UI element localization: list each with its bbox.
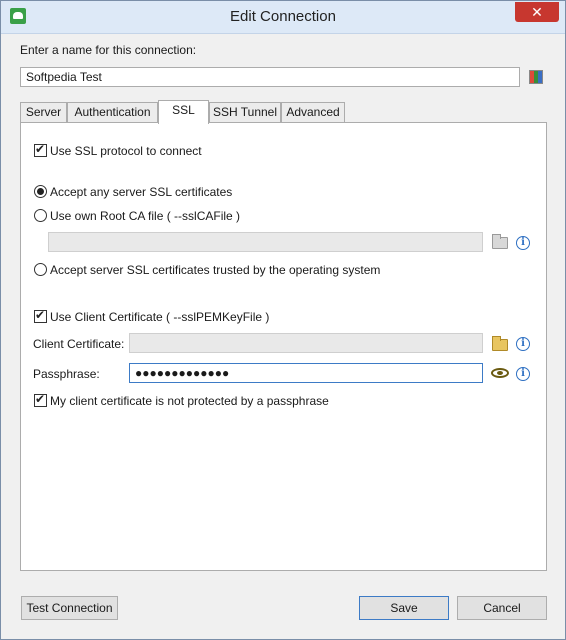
use-ssl-label: Use SSL protocol to connect	[50, 144, 202, 158]
close-button[interactable]: ✕	[515, 2, 559, 22]
root-ca-file-input[interactable]	[48, 232, 483, 252]
passphrase-info-icon[interactable]: i	[516, 367, 530, 381]
ca-info-icon[interactable]: i	[516, 236, 530, 250]
edit-connection-dialog: Edit Connection ✕ Enter a name for this …	[0, 0, 566, 640]
not-protected-label: My client certificate is not protected b…	[50, 394, 329, 408]
trusted-os-radio[interactable]	[34, 263, 47, 276]
tab-advanced[interactable]: Advanced	[281, 102, 345, 122]
client-cert-input[interactable]	[129, 333, 483, 353]
browse-cert-folder-icon[interactable]	[492, 336, 508, 351]
browse-ca-folder-icon[interactable]	[492, 234, 508, 249]
connection-name-input[interactable]: Softpedia Test	[20, 67, 520, 87]
tab-server[interactable]: Server	[20, 102, 67, 122]
client-cert-info-icon[interactable]: i	[516, 337, 530, 351]
window-title: Edit Connection	[230, 8, 336, 25]
own-ca-label: Use own Root CA file ( --sslCAFile )	[50, 209, 241, 223]
client-cert-label: Client Certificate:	[33, 337, 125, 351]
use-client-cert-checkbox[interactable]	[34, 308, 47, 323]
tab-ssl[interactable]: SSL	[158, 100, 209, 124]
color-picker-icon[interactable]	[529, 70, 543, 84]
use-ssl-checkbox[interactable]	[34, 142, 47, 157]
use-client-cert-label: Use Client Certificate ( --sslPEMKeyFile…	[50, 310, 270, 324]
title-bar: Edit Connection ✕	[1, 1, 565, 34]
accept-any-radio[interactable]	[34, 185, 47, 198]
tab-authentication[interactable]: Authentication	[67, 102, 158, 122]
passphrase-input[interactable]: ●●●●●●●●●●●●●	[129, 363, 483, 383]
trusted-os-label: Accept server SSL certificates trusted b…	[50, 263, 381, 277]
tab-ssh-tunnel[interactable]: SSH Tunnel	[209, 102, 281, 122]
not-protected-checkbox[interactable]	[34, 392, 47, 407]
save-button[interactable]: Save	[359, 596, 449, 620]
cancel-button[interactable]: Cancel	[457, 596, 547, 620]
name-prompt-label: Enter a name for this connection:	[20, 43, 197, 57]
show-password-eye-icon[interactable]	[491, 368, 509, 378]
test-connection-button[interactable]: Test Connection	[21, 596, 118, 620]
passphrase-label: Passphrase:	[33, 367, 100, 381]
own-ca-radio[interactable]	[34, 209, 47, 222]
accept-any-label: Accept any server SSL certificates	[50, 185, 233, 199]
